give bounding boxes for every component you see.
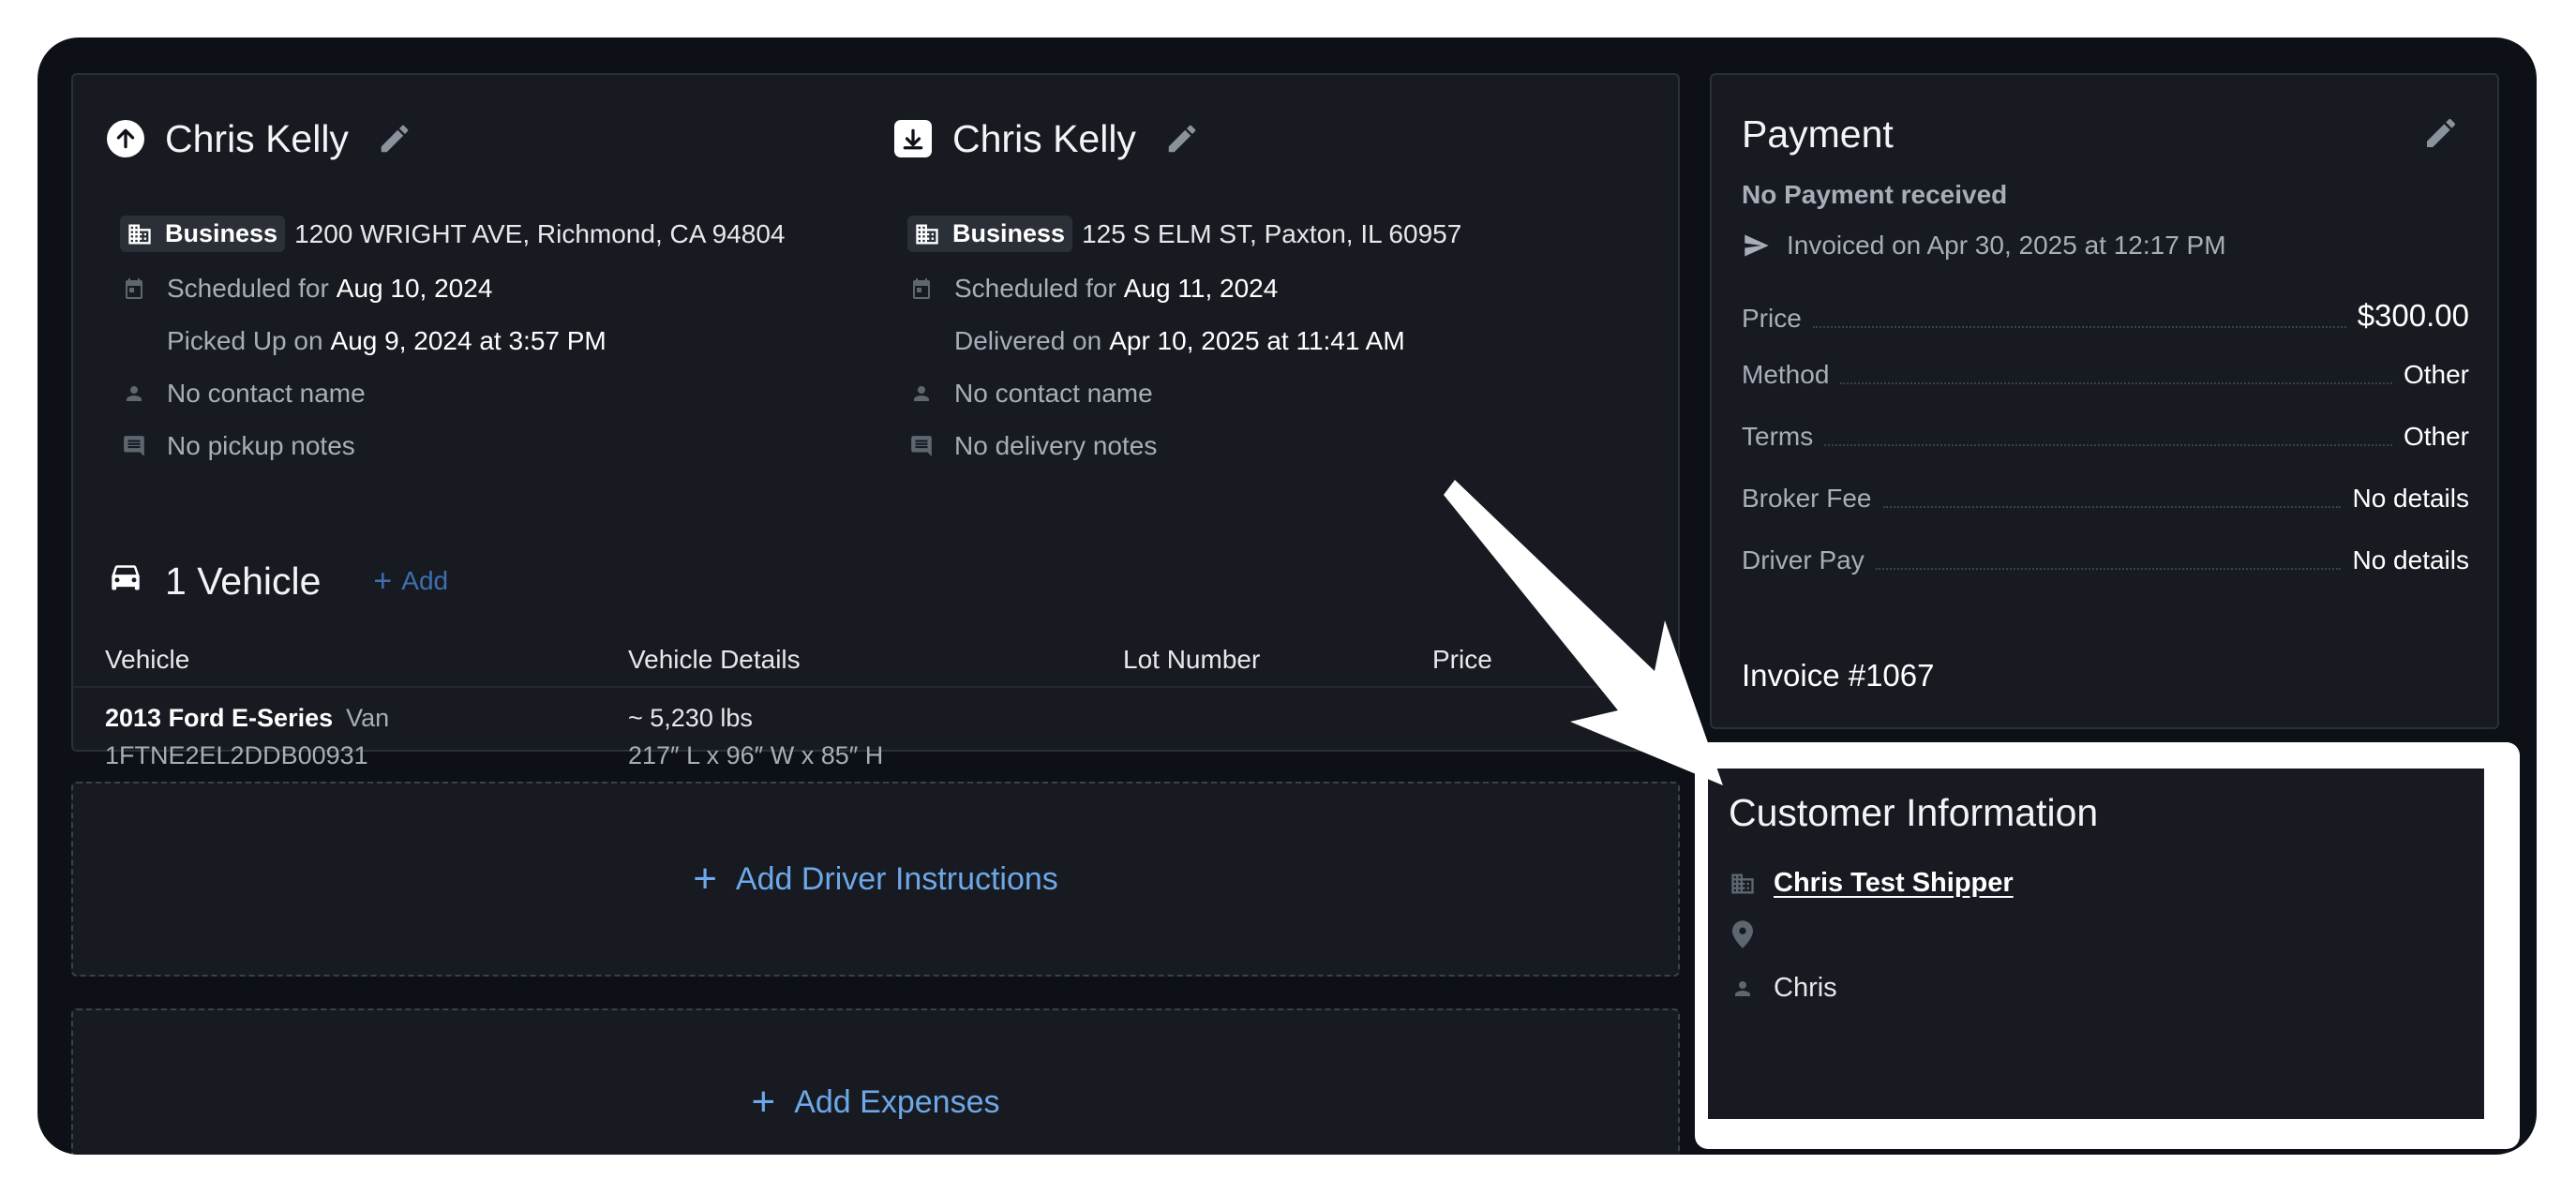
driver-pay-row: Driver Pay No details xyxy=(1742,545,2469,575)
vehicle-dimensions: 217″ L x 96″ W x 85″ H xyxy=(628,741,884,769)
plus-icon: + xyxy=(373,562,393,599)
price-value: $300.00 xyxy=(2357,298,2469,333)
broker-fee-row: Broker Fee No details xyxy=(1742,484,2469,513)
add-expenses-button[interactable]: + Add Expenses xyxy=(71,1008,1680,1155)
method-value: Other xyxy=(2403,360,2469,389)
vehicle-details-cell: ~ 5,230 lbs 217″ L x 96″ W x 85″ H xyxy=(628,699,883,774)
pickup-contact-row: No contact name xyxy=(120,379,366,409)
vehicle-table-header: Vehicle Vehicle Details Lot Number Price xyxy=(73,628,1682,688)
broker-fee-value: No details xyxy=(2352,484,2469,513)
car-icon xyxy=(107,562,144,601)
delivery-status-row: Delivered on Apr 10, 2025 at 11:41 AM xyxy=(954,326,1405,355)
customer-contact-row: Chris xyxy=(1729,973,1837,1004)
column-vehicle: Vehicle xyxy=(105,645,190,674)
customer-company-row: Chris Test Shipper xyxy=(1729,868,2014,899)
delivery-scheduled-date: Aug 11, 2024 xyxy=(1123,274,1279,303)
pickup-scheduled-date: Aug 10, 2024 xyxy=(336,274,493,303)
terms-row: Terms Other xyxy=(1742,422,2469,451)
payment-card: Payment No Payment received Invoiced on … xyxy=(1710,73,2499,729)
pickup-name: Chris Kelly xyxy=(165,116,349,160)
arrow-up-circle-icon xyxy=(107,120,144,157)
order-details-panel: Chris Kelly Business 1200 WRIGHT AVE, Ri… xyxy=(37,37,2537,1155)
delivery-name: Chris Kelly xyxy=(952,116,1136,160)
pickup-address-row: Business 1200 WRIGHT AVE, Richmond, CA 9… xyxy=(120,216,786,252)
delivery-header: Chris Kelly xyxy=(894,111,1200,167)
vehicle-cell: 2013 Ford E-Series Van 1FTNE2EL2DDB00931 xyxy=(105,699,389,774)
customer-information-card: Customer Information Chris Test Shipper … xyxy=(1708,769,2484,1119)
person-icon xyxy=(1729,978,1757,1000)
payment-status: No Payment received xyxy=(1742,180,2008,209)
delivery-contact-row: No contact name xyxy=(907,379,1153,409)
delivery-address: 125 S ELM ST, Paxton, IL 60957 xyxy=(1082,218,1462,248)
vehicle-type: Van xyxy=(346,704,390,732)
building-icon xyxy=(913,222,941,246)
pickup-scheduled-row: Scheduled for Aug 10, 2024 xyxy=(120,274,492,304)
terms-value: Other xyxy=(2403,422,2469,451)
person-icon xyxy=(120,382,148,405)
stops-card: Chris Kelly Business 1200 WRIGHT AVE, Ri… xyxy=(71,73,1682,769)
pickup-status-date: Aug 9, 2024 at 3:57 PM xyxy=(330,326,607,355)
column-lot-number: Lot Number xyxy=(1123,645,1261,674)
customer-address-row xyxy=(1729,920,1774,948)
delivery-status-date: Apr 10, 2025 at 11:41 AM xyxy=(1109,326,1405,355)
edit-pencil-icon[interactable] xyxy=(1164,121,1200,157)
pickup-address: 1200 WRIGHT AVE, Richmond, CA 94804 xyxy=(294,218,786,248)
column-vehicle-details: Vehicle Details xyxy=(628,645,801,674)
vehicles-title: 1 Vehicle xyxy=(165,559,322,603)
send-icon xyxy=(1742,232,1772,259)
vehicle-weight: ~ 5,230 lbs xyxy=(628,704,753,732)
pickup-header: Chris Kelly xyxy=(107,111,412,167)
edit-pencil-icon[interactable] xyxy=(377,121,412,157)
driver-pay-value: No details xyxy=(2352,545,2469,575)
invoice-number[interactable]: Invoice #1067 xyxy=(1742,658,1935,694)
location-pin-icon xyxy=(1729,920,1757,948)
delivery-scheduled-row: Scheduled for Aug 11, 2024 xyxy=(907,274,1278,304)
pickup-status-row: Picked Up on Aug 9, 2024 at 3:57 PM xyxy=(167,326,607,355)
plus-icon: + xyxy=(693,856,717,902)
building-icon xyxy=(1729,872,1757,896)
arrow-down-box-icon xyxy=(894,120,932,157)
payment-title: Payment xyxy=(1742,112,1894,156)
pickup-notes-row: No pickup notes xyxy=(120,431,355,461)
customer-title: Customer Information xyxy=(1729,791,2099,834)
table-row[interactable]: 2013 Ford E-Series Van 1FTNE2EL2DDB00931 … xyxy=(73,690,1682,769)
building-icon xyxy=(126,222,154,246)
customer-highlight-frame: Customer Information Chris Test Shipper … xyxy=(1695,742,2520,1149)
delivery-address-row: Business 125 S ELM ST, Paxton, IL 60957 xyxy=(907,216,1461,252)
location-type-badge: Business xyxy=(120,216,286,252)
location-type-badge: Business xyxy=(907,216,1073,252)
vehicle-name: 2013 Ford E-Series xyxy=(105,704,334,732)
customer-company-link[interactable]: Chris Test Shipper xyxy=(1774,868,2014,899)
comment-icon xyxy=(907,434,936,458)
vehicles-header: 1 Vehicle + Add xyxy=(107,553,448,609)
person-icon xyxy=(907,382,936,405)
plus-icon: + xyxy=(751,1079,776,1125)
edit-pencil-icon[interactable] xyxy=(2422,114,2460,157)
customer-contact: Chris xyxy=(1774,973,1837,1003)
annotation-arrow-icon xyxy=(1444,480,1723,785)
comment-icon xyxy=(120,434,148,458)
price-row: Price $300.00 xyxy=(1742,298,2469,333)
method-row: Method Other xyxy=(1742,360,2469,389)
invoiced-row: Invoiced on Apr 30, 2025 at 12:17 PM xyxy=(1742,231,2226,261)
vehicle-vin: 1FTNE2EL2DDB00931 xyxy=(105,741,368,769)
add-driver-instructions-button[interactable]: + Add Driver Instructions xyxy=(71,782,1680,977)
calendar-icon xyxy=(120,276,148,301)
calendar-icon xyxy=(907,276,936,301)
delivery-notes-row: No delivery notes xyxy=(907,431,1157,461)
add-vehicle-button[interactable]: + Add xyxy=(373,563,448,600)
